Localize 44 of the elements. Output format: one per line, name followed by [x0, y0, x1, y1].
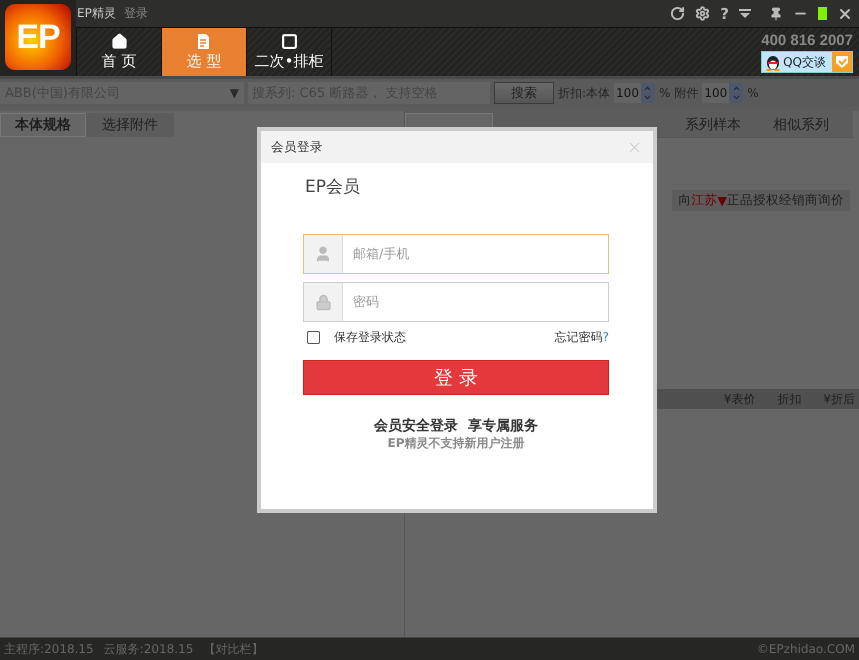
remember-checkbox[interactable]	[307, 330, 320, 344]
accessory-discount-spinner[interactable]: 100	[702, 83, 744, 103]
pin-icon[interactable]	[769, 6, 783, 20]
app-title: EP精灵	[77, 5, 116, 22]
email-field[interactable]: 邮箱/手机	[303, 234, 609, 274]
user-icon	[314, 245, 332, 263]
password-field[interactable]: 密码	[303, 282, 609, 322]
login-link[interactable]: 登录	[124, 5, 148, 22]
main-version: 主程序:2018.15	[4, 640, 94, 658]
settings-icon[interactable]	[695, 6, 710, 21]
percent-sign: %	[747, 86, 759, 100]
app-logo: EP	[5, 4, 71, 70]
forgot-password-link[interactable]: 忘记密码	[554, 328, 603, 346]
dialog-title: 会员登录	[271, 138, 323, 156]
remember-label: 保存登录状态	[334, 328, 406, 346]
search-button[interactable]: 搜索	[494, 82, 554, 104]
registration-note: EP精灵不支持新用户注册	[386, 435, 526, 452]
panel-tab[interactable]: 选择附件	[86, 113, 174, 137]
login-button[interactable]: 登 录	[303, 360, 609, 395]
help-button[interactable]: ?	[720, 4, 729, 22]
dialog-heading: EP会员	[305, 176, 361, 198]
copyright-text: ©EPzhidao.COM	[756, 642, 855, 656]
cloud-version: 云服务:2018.15	[104, 640, 194, 658]
dealer-inquiry-button[interactable]: 向江苏▼正品授权经销商询价	[672, 190, 850, 211]
document-icon	[196, 33, 212, 50]
hotline-number: 400 816 2007	[761, 32, 853, 49]
compare-bar-link[interactable]: 【对比栏】	[203, 640, 264, 658]
question-mark: ?	[602, 330, 609, 344]
home-icon	[110, 33, 128, 50]
percent-sign: %	[658, 86, 670, 100]
panel-tab[interactable]: 本体规格	[0, 113, 86, 137]
dropdown-icon[interactable]	[739, 8, 751, 18]
penguin-icon	[765, 53, 782, 71]
shield-check-icon	[835, 55, 849, 69]
cabinet-icon	[280, 33, 298, 50]
slogan-text: 会员安全登录 享专属服务	[373, 417, 539, 435]
refresh-icon[interactable]	[670, 6, 686, 21]
qq-chat-button[interactable]: QQ交谈	[761, 51, 853, 73]
lock-icon	[314, 294, 332, 310]
caret-icon: ▼	[230, 86, 239, 100]
accessory-label: 附件	[674, 84, 698, 102]
discount-label: 折扣:本体	[558, 84, 610, 102]
body-discount-spinner[interactable]: 100	[614, 83, 655, 103]
nav-tab[interactable]: 选 型	[161, 28, 246, 76]
